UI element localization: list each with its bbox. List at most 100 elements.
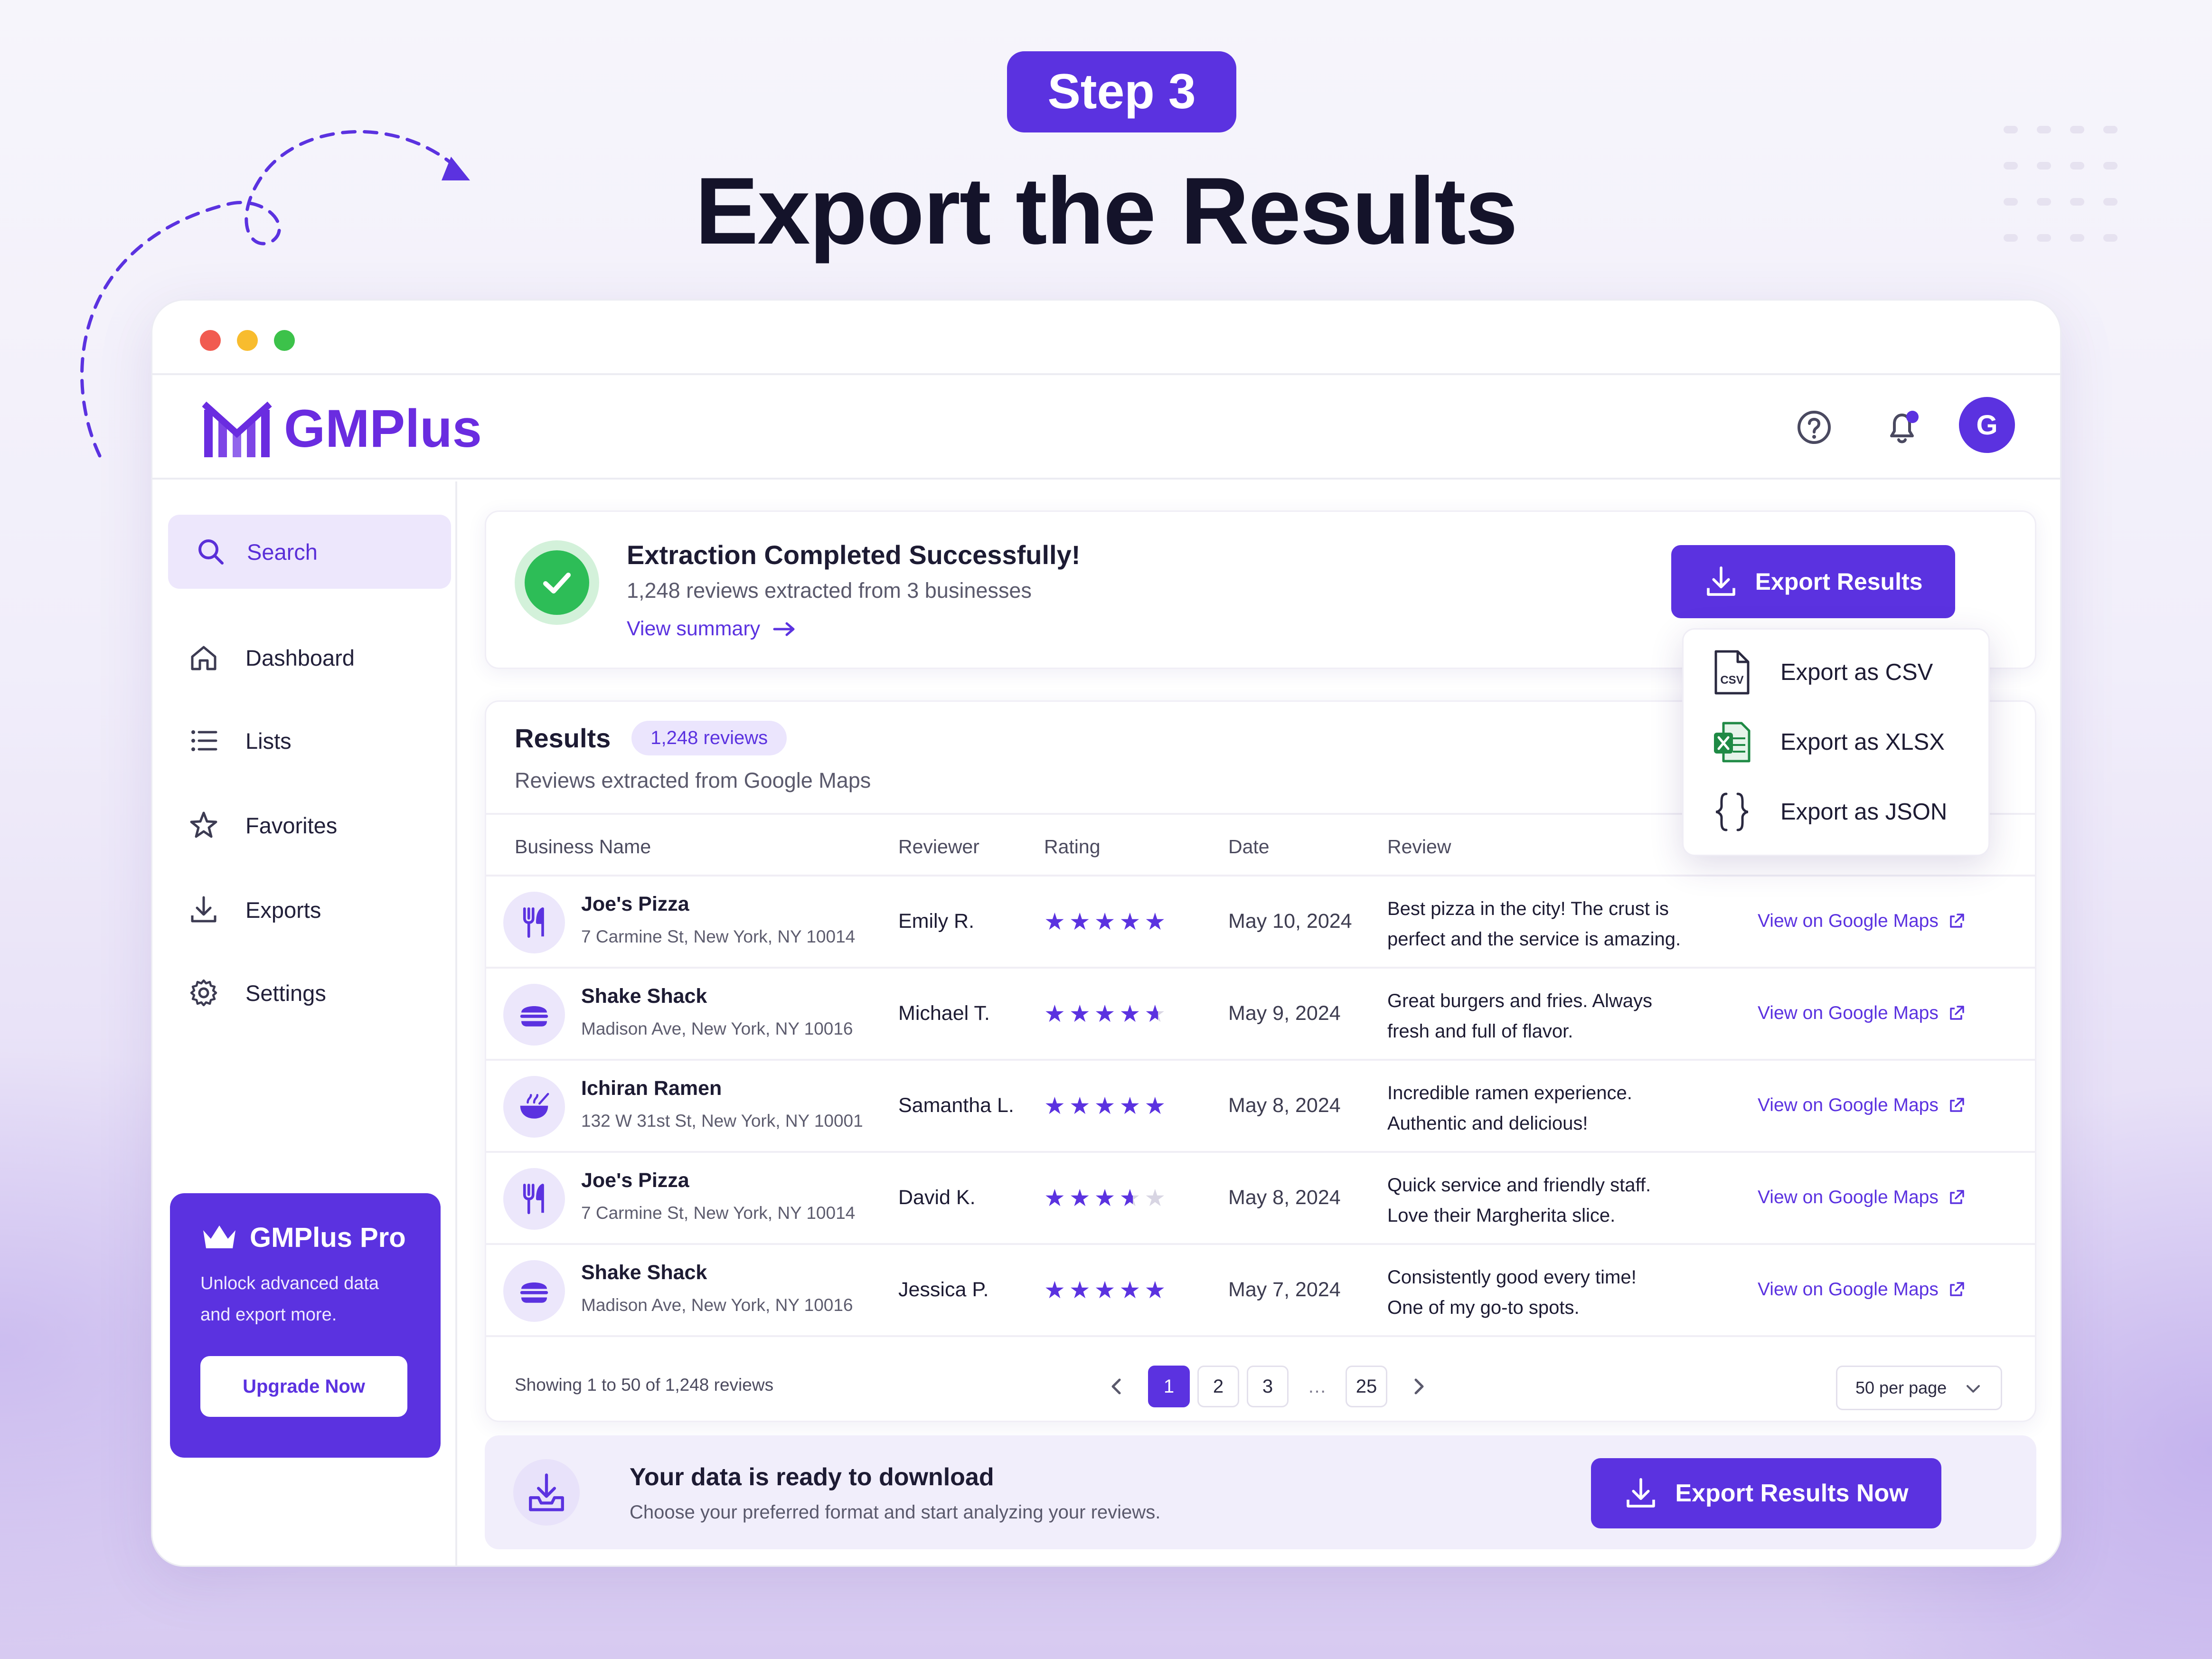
page-title: Export the Results	[695, 158, 1518, 264]
column-header[interactable]: Business Name	[515, 836, 651, 858]
rating-stars: ★★★★★	[1044, 1278, 1169, 1302]
reviewer-name: Jessica P.	[898, 1278, 989, 1301]
table-row[interactable]: Shake Shack Madison Ave, New York, NY 100…	[486, 969, 2035, 1061]
table-row[interactable]: Shake Shack Madison Ave, New York, NY 100…	[486, 1245, 2035, 1337]
csv-file-icon: CSV	[1714, 650, 1750, 695]
table-row[interactable]: Ichiran Ramen 132 W 31st St, New York, NY…	[486, 1061, 2035, 1153]
showing-count: Showing 1 to 50 of 1,248 reviews	[515, 1375, 774, 1395]
view-on-google-maps-link[interactable]: View on Google Maps	[1758, 1095, 1965, 1116]
pro-card-title: GMPlus Pro	[250, 1222, 406, 1253]
page-ellipsis: …	[1308, 1376, 1327, 1397]
review-text: Quick service and friendly staff. Love th…	[1387, 1170, 1720, 1231]
chevron-left-icon[interactable]	[1102, 1372, 1131, 1401]
export-json-option[interactable]: Export as JSON	[1712, 788, 1947, 836]
view-on-google-maps-link[interactable]: View on Google Maps	[1758, 1187, 1965, 1208]
rating-star: ★	[1069, 1093, 1094, 1119]
rating-star: ★	[1069, 908, 1094, 935]
export-results-button[interactable]: Export Results	[1671, 545, 1955, 618]
sidebar-item-lists[interactable]: Lists	[188, 722, 292, 760]
sidebar-item-favorites[interactable]: Favorites	[188, 806, 337, 844]
export-results-now-button[interactable]: Export Results Now	[1591, 1458, 1941, 1528]
sidebar-item-label: Search	[247, 539, 318, 565]
external-link-icon	[1950, 1282, 1964, 1296]
view-on-google-maps-link[interactable]: View on Google Maps	[1758, 1003, 1965, 1024]
star-icon	[190, 811, 217, 838]
sidebar-item-settings[interactable]: Settings	[188, 974, 326, 1012]
export-results-now-label: Export Results Now	[1675, 1480, 1909, 1507]
rating-star: ★	[1094, 908, 1120, 935]
maximize-window-dot[interactable]	[274, 330, 295, 351]
chevron-right-icon[interactable]	[1404, 1372, 1433, 1401]
business-address: 132 W 31st St, New York, NY 10001	[581, 1111, 863, 1131]
page-button[interactable]: 1	[1148, 1366, 1190, 1407]
pro-upgrade-card: GMPlus Pro Unlock advanced data and expo…	[170, 1193, 441, 1458]
sidebar-item-search[interactable]: Search	[168, 515, 451, 589]
step-badge: Step 3	[1007, 51, 1236, 132]
banner-title: Your data is ready to download	[630, 1463, 994, 1491]
results-title: Results	[515, 723, 611, 753]
export-format-menu: CSV Export as CSV Export as XLSX Export …	[1682, 628, 1990, 856]
page-button[interactable]: 25	[1346, 1366, 1387, 1407]
minimize-window-dot[interactable]	[237, 330, 258, 351]
review-text-line: One of my go-to spots.	[1387, 1297, 1580, 1318]
bell-icon[interactable]	[1878, 404, 1926, 451]
column-header[interactable]: Review	[1387, 836, 1451, 858]
review-text-line: Best pizza in the city! The crust is	[1387, 898, 1669, 919]
rating-star: ★	[1119, 908, 1145, 935]
export-csv-option[interactable]: CSV Export as CSV	[1712, 649, 1933, 696]
view-on-google-maps-link[interactable]: View on Google Maps	[1758, 1279, 1965, 1300]
download-ready-banner: Your data is ready to download Choose yo…	[485, 1435, 2036, 1549]
reviewer-name: Emily R.	[898, 910, 975, 933]
rating-star: ★	[1094, 1093, 1120, 1119]
close-window-dot[interactable]	[200, 330, 221, 351]
page-button[interactable]: 2	[1197, 1366, 1239, 1407]
results-subtitle: Reviews extracted from Google Maps	[515, 768, 871, 792]
view-summary-link[interactable]: View summary	[627, 617, 799, 641]
app-logo[interactable]: GMPlus	[202, 398, 482, 459]
reviewer-name: Michael T.	[898, 1002, 990, 1025]
table-footer: Showing 1 to 50 of 1,248 reviews 1 2 3 ……	[486, 1347, 2035, 1421]
sidebar-item-label: Lists	[245, 728, 292, 754]
utensils-icon	[503, 892, 565, 953]
help-icon[interactable]	[1790, 404, 1838, 451]
success-check-icon	[515, 540, 599, 625]
rating-star: ★	[1069, 1000, 1094, 1027]
table-row[interactable]: Joe's Pizza 7 Carmine St, New York, NY 10…	[486, 877, 2035, 969]
results-header: Results 1,248 reviews	[515, 721, 787, 755]
gear-icon	[190, 979, 217, 1007]
sidebar-item-dashboard[interactable]: Dashboard	[188, 639, 355, 677]
link-label: View on Google Maps	[1758, 911, 1939, 931]
link-label: View on Google Maps	[1758, 1095, 1939, 1115]
review-date: May 7, 2024	[1228, 1278, 1341, 1301]
link-label: View on Google Maps	[1758, 1187, 1939, 1207]
sidebar-item-exports[interactable]: Exports	[188, 891, 321, 929]
view-on-google-maps-link[interactable]: View on Google Maps	[1758, 911, 1965, 932]
external-link-icon	[1950, 1190, 1964, 1204]
reviewer-name: Samantha L.	[898, 1094, 1014, 1117]
utensils-icon	[503, 1168, 565, 1230]
download-icon	[1627, 1478, 1656, 1508]
table-row[interactable]: Joe's Pizza 7 Carmine St, New York, NY 10…	[486, 1153, 2035, 1245]
external-link-icon	[1950, 1006, 1964, 1020]
rating-star: ★	[1094, 1277, 1120, 1303]
upgrade-now-button[interactable]: Upgrade Now	[200, 1356, 407, 1417]
review-text: Consistently good every time! One of my g…	[1387, 1262, 1720, 1323]
page-button[interactable]: 3	[1247, 1366, 1289, 1407]
list-icon	[191, 730, 217, 751]
rating-star: ★	[1144, 1000, 1170, 1027]
rating-star: ★	[1044, 1093, 1069, 1119]
rating-stars: ★★★★★	[1044, 910, 1169, 933]
per-page-select[interactable]: 50 per page	[1836, 1366, 2002, 1410]
ramen-bowl-icon	[503, 1076, 565, 1138]
column-header[interactable]: Date	[1228, 836, 1270, 858]
rating-star: ★	[1044, 1277, 1069, 1303]
external-link-icon	[1950, 1098, 1964, 1112]
sidebar-item-label: Exports	[245, 897, 321, 923]
column-header[interactable]: Rating	[1044, 836, 1101, 858]
user-avatar[interactable]: G	[1959, 397, 2015, 453]
home-icon	[191, 646, 216, 670]
pro-card-header: GMPlus Pro	[200, 1222, 410, 1254]
export-option-label: Export as JSON	[1780, 799, 1948, 825]
column-header[interactable]: Reviewer	[898, 836, 979, 858]
export-xlsx-option[interactable]: Export as XLSX	[1712, 718, 1945, 766]
